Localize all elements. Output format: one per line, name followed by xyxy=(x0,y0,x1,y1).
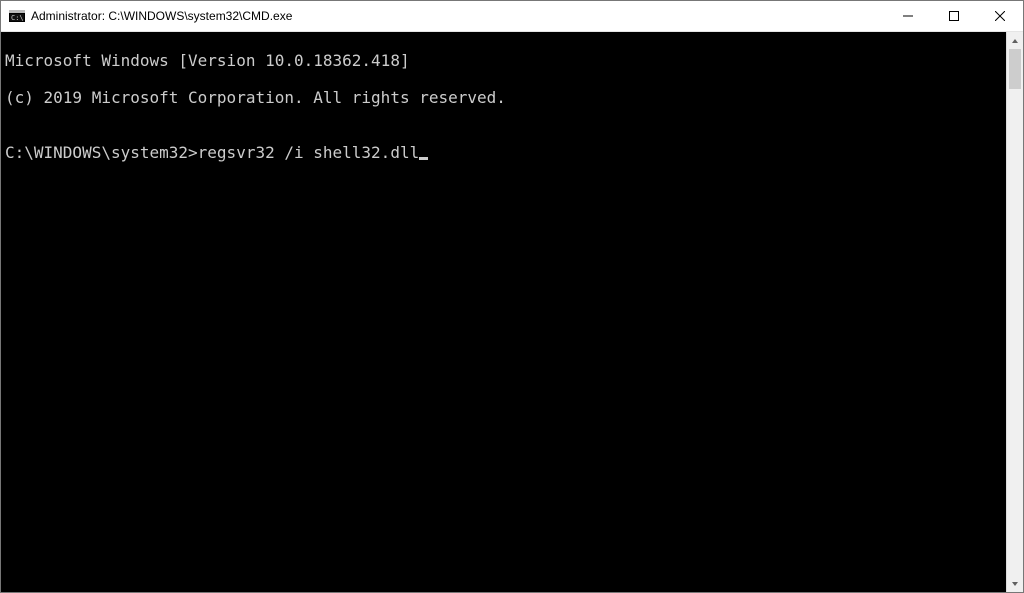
console-output[interactable]: Microsoft Windows [Version 10.0.18362.41… xyxy=(1,32,1006,592)
window-controls xyxy=(885,1,1023,31)
cmd-icon: C:\ xyxy=(9,8,25,24)
scroll-up-button[interactable] xyxy=(1007,32,1023,49)
minimize-button[interactable] xyxy=(885,1,931,31)
console-prompt: C:\WINDOWS\system32> xyxy=(5,143,198,162)
scrollbar-track[interactable] xyxy=(1007,49,1023,575)
scrollbar-thumb[interactable] xyxy=(1009,49,1021,89)
maximize-button[interactable] xyxy=(931,1,977,31)
cmd-window: C:\ Administrator: C:\WINDOWS\system32\C… xyxy=(0,0,1024,593)
console-line: (c) 2019 Microsoft Corporation. All righ… xyxy=(5,89,1002,107)
console-line: Microsoft Windows [Version 10.0.18362.41… xyxy=(5,52,1002,70)
scroll-down-button[interactable] xyxy=(1007,575,1023,592)
cursor xyxy=(419,157,428,160)
console-prompt-line: C:\WINDOWS\system32>regsvr32 /i shell32.… xyxy=(5,144,1002,162)
client-area: Microsoft Windows [Version 10.0.18362.41… xyxy=(1,32,1023,592)
close-button[interactable] xyxy=(977,1,1023,31)
console-command: regsvr32 /i shell32.dll xyxy=(198,143,420,162)
svg-text:C:\: C:\ xyxy=(11,14,24,22)
window-title: Administrator: C:\WINDOWS\system32\CMD.e… xyxy=(31,9,292,23)
vertical-scrollbar[interactable] xyxy=(1006,32,1023,592)
titlebar[interactable]: C:\ Administrator: C:\WINDOWS\system32\C… xyxy=(1,1,1023,32)
